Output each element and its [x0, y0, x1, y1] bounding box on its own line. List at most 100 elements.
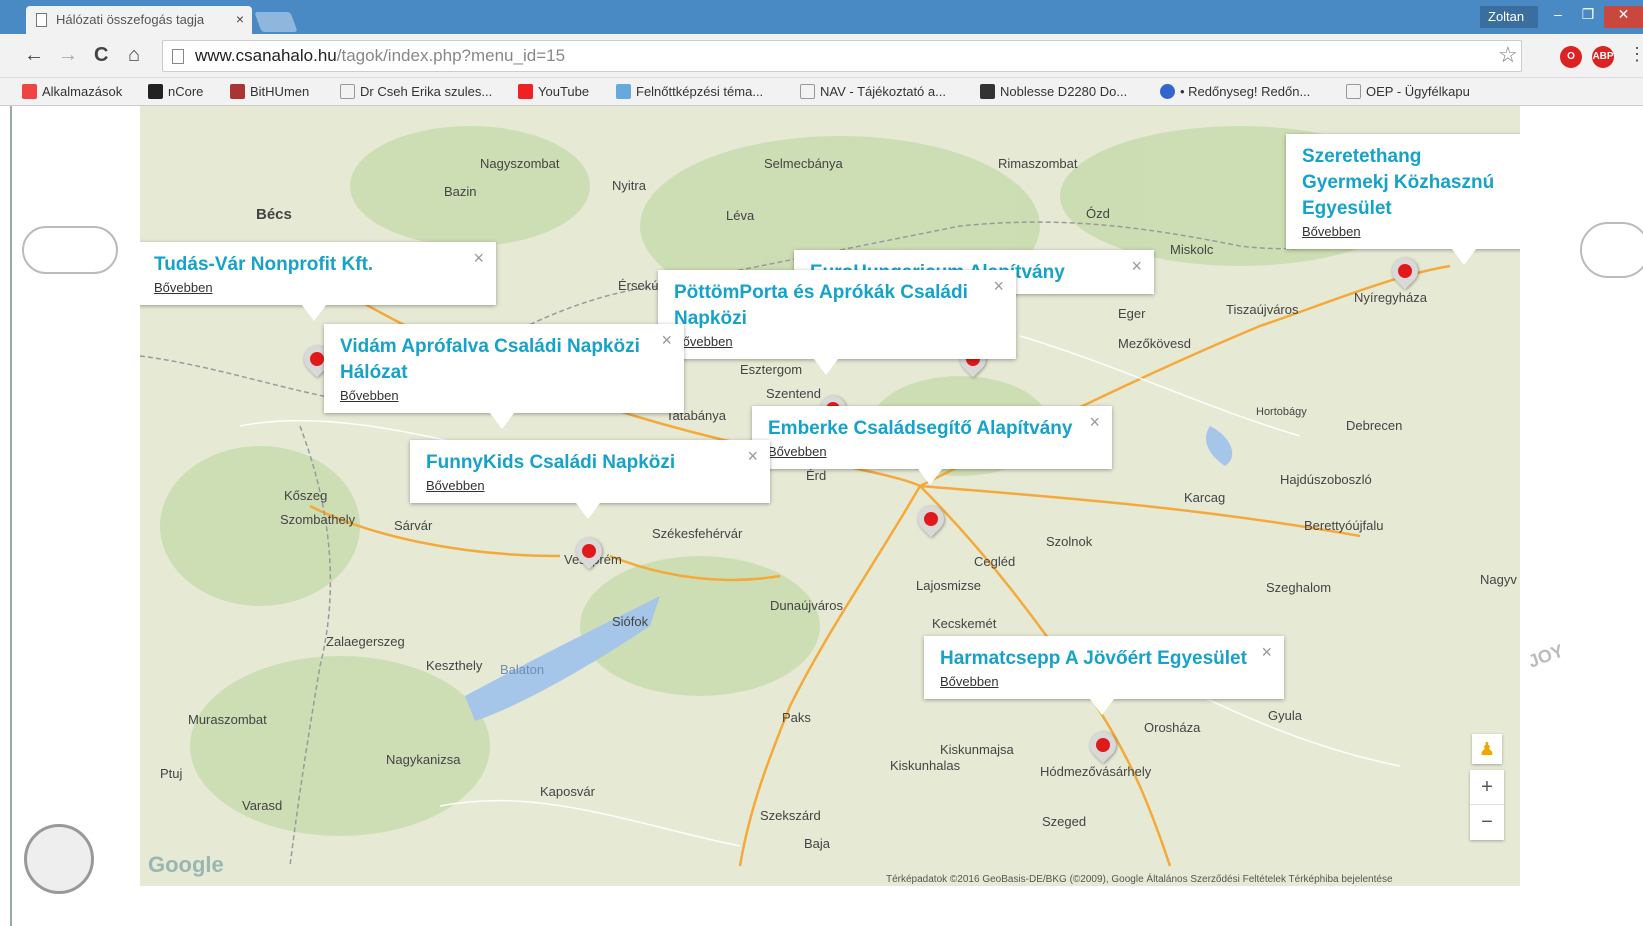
close-icon[interactable]: ×	[473, 248, 484, 269]
place-label: Nyíregyháza	[1354, 290, 1427, 305]
place-label: Szeged	[1042, 814, 1087, 829]
google-logo[interactable]: Google	[148, 852, 224, 878]
place-label: Eger	[1118, 306, 1146, 321]
bookmark-item[interactable]: Noblesse D2280 Do...	[980, 84, 1127, 99]
page-icon	[36, 13, 47, 27]
home-button[interactable]: ⌂	[128, 44, 140, 67]
map-marker[interactable]	[1386, 252, 1424, 292]
map-marker[interactable]	[1084, 726, 1122, 766]
place-label: Kőszeg	[284, 488, 328, 503]
place-label: Gyula	[1268, 708, 1302, 723]
more-link[interactable]: Bővebben	[768, 444, 827, 459]
page-icon	[172, 49, 184, 64]
more-link[interactable]: Bővebben	[340, 388, 399, 403]
place-label: Szekszárd	[760, 808, 821, 823]
info-window: FunnyKids Családi Napközi Bővebben ×	[410, 440, 770, 519]
info-window: Harmatcsepp A Jövőért Egyesület Bővebben…	[924, 636, 1284, 715]
info-window-title: Emberke Családsegítő Alapítvány	[768, 418, 1073, 439]
more-link[interactable]: Bővebben	[426, 478, 485, 493]
info-window-title: Szeretethang Gyermekj Közhasznú Egyesüle…	[1302, 146, 1495, 219]
place-label: Orosháza	[1144, 720, 1201, 735]
place-label: Ózd	[1086, 206, 1110, 221]
bookmark-item[interactable]: Dr Cseh Erika szules...	[340, 84, 492, 99]
place-label: Paks	[782, 710, 811, 725]
ball-decoration	[24, 824, 94, 894]
bookmarks-bar: Alkalmazások nCore BitHUmen Dr Cseh Erik…	[0, 78, 1643, 106]
place-label: Kecskemét	[932, 616, 997, 631]
place-label: Siófok	[612, 614, 649, 629]
maximize-button[interactable]: ❐	[1574, 6, 1602, 28]
place-label: Mezőkövesd	[1118, 336, 1191, 351]
opera-extension-icon[interactable]: O	[1560, 46, 1582, 68]
place-label: Keszthely	[426, 658, 483, 673]
place-label: Balaton	[500, 662, 545, 677]
place-label: Nagykanizsa	[386, 752, 461, 767]
bookmark-item[interactable]: nCore	[148, 84, 203, 99]
bookmark-item[interactable]: BitHUmen	[230, 84, 309, 99]
place-label: Tiszaújváros	[1226, 302, 1299, 317]
place-label: Érsekú	[618, 278, 659, 293]
close-icon[interactable]: ×	[747, 446, 758, 467]
back-button[interactable]: ←	[24, 44, 44, 67]
place-label: Nagyv	[1480, 572, 1517, 587]
bookmark-item[interactable]: Alkalmazások	[22, 84, 122, 99]
place-label: Szentend	[766, 386, 821, 401]
place-label: Hódmezővásárhely	[1040, 764, 1152, 779]
place-label: Rimaszombat	[998, 156, 1078, 171]
street-view-pegman-icon[interactable]: ♟	[1472, 734, 1502, 764]
browser-menu-icon[interactable]: ⋮	[1628, 44, 1643, 65]
place-label: Karcag	[1184, 490, 1226, 505]
url-path: /tagok/index.php?menu_id=15	[336, 46, 566, 65]
close-icon[interactable]: ×	[1089, 412, 1100, 433]
info-window: Tudás-Vár Nonprofit Kft. Bővebben ×	[140, 242, 496, 321]
bookmark-item[interactable]: Felnőttképzési téma...	[616, 84, 763, 99]
bookmark-star-icon[interactable]: ☆	[1498, 42, 1518, 68]
zoom-in-button[interactable]: +	[1470, 770, 1504, 805]
place-label: Léva	[726, 208, 755, 223]
info-window-title: Vidám Aprófalva Családi Napközi Hálózat	[340, 336, 640, 383]
close-icon[interactable]: ×	[1261, 642, 1272, 663]
map-terms-text[interactable]: Térképadatok ©2016 GeoBasis-DE/BKG (©200…	[886, 874, 1393, 885]
browser-tab[interactable]: Hálózati összefogás tagja ×	[26, 6, 252, 34]
cloud-decoration	[22, 226, 118, 274]
more-link[interactable]: Bővebben	[940, 674, 999, 689]
place-label: Kaposvár	[540, 784, 595, 799]
place-label: Baja	[804, 836, 831, 851]
map-marker[interactable]	[570, 532, 608, 572]
zoom-out-button[interactable]: −	[1470, 805, 1504, 840]
new-tab-button[interactable]	[254, 12, 298, 32]
bookmark-item[interactable]: • Redőnyseg! Redőn...	[1160, 84, 1310, 99]
info-window-title: Tudás-Vár Nonprofit Kft.	[154, 254, 374, 275]
bookmark-item[interactable]: NAV - Tájékoztató a...	[800, 84, 946, 99]
place-label: Esztergom	[740, 362, 803, 377]
info-window-title: PöttömPorta és Aprókák Családi Napközi	[674, 282, 968, 329]
reload-button[interactable]: C	[94, 44, 108, 67]
place-label: Berettyóújfalu	[1304, 518, 1384, 533]
user-profile-button[interactable]: Zoltan	[1480, 6, 1538, 28]
url-field[interactable]: www.csanahalo.hu/tagok/index.php?menu_id…	[162, 40, 1522, 72]
joy-decoration: JOY	[1525, 640, 1567, 672]
place-label: Cegléd	[974, 554, 1016, 569]
place-label: Debrecen	[1346, 418, 1403, 433]
bookmark-item[interactable]: OEP - Ügyfélkapu	[1346, 84, 1470, 99]
place-label: Székesfehérvár	[652, 526, 743, 541]
more-link[interactable]: Bővebben	[1302, 224, 1361, 239]
info-window: Vidám Aprófalva Családi Napközi Hálózat …	[324, 324, 684, 429]
close-icon[interactable]: ×	[993, 276, 1004, 297]
forward-button[interactable]: →	[58, 44, 78, 67]
close-tab-icon[interactable]: ×	[236, 11, 244, 27]
map-marker[interactable]	[912, 500, 950, 540]
adblock-extension-icon[interactable]: ABP	[1592, 46, 1614, 68]
more-link[interactable]: Bővebben	[154, 280, 213, 295]
close-icon[interactable]: ×	[661, 330, 672, 351]
close-window-button[interactable]: ✕	[1604, 6, 1643, 28]
place-label: Kiskunmajsa	[940, 742, 1014, 757]
place-label: Érd	[806, 468, 827, 483]
minimize-button[interactable]: –	[1544, 6, 1572, 28]
map-canvas[interactable]: Nagyszombat Selmecbánya Rimaszombat Bécs…	[140, 106, 1520, 886]
zoom-control: + −	[1470, 770, 1504, 840]
bookmark-item[interactable]: YouTube	[518, 84, 589, 99]
close-icon[interactable]: ×	[1131, 256, 1142, 277]
place-label: Dunaújváros	[770, 598, 843, 613]
place-label: Kiskunhalas	[890, 758, 961, 773]
